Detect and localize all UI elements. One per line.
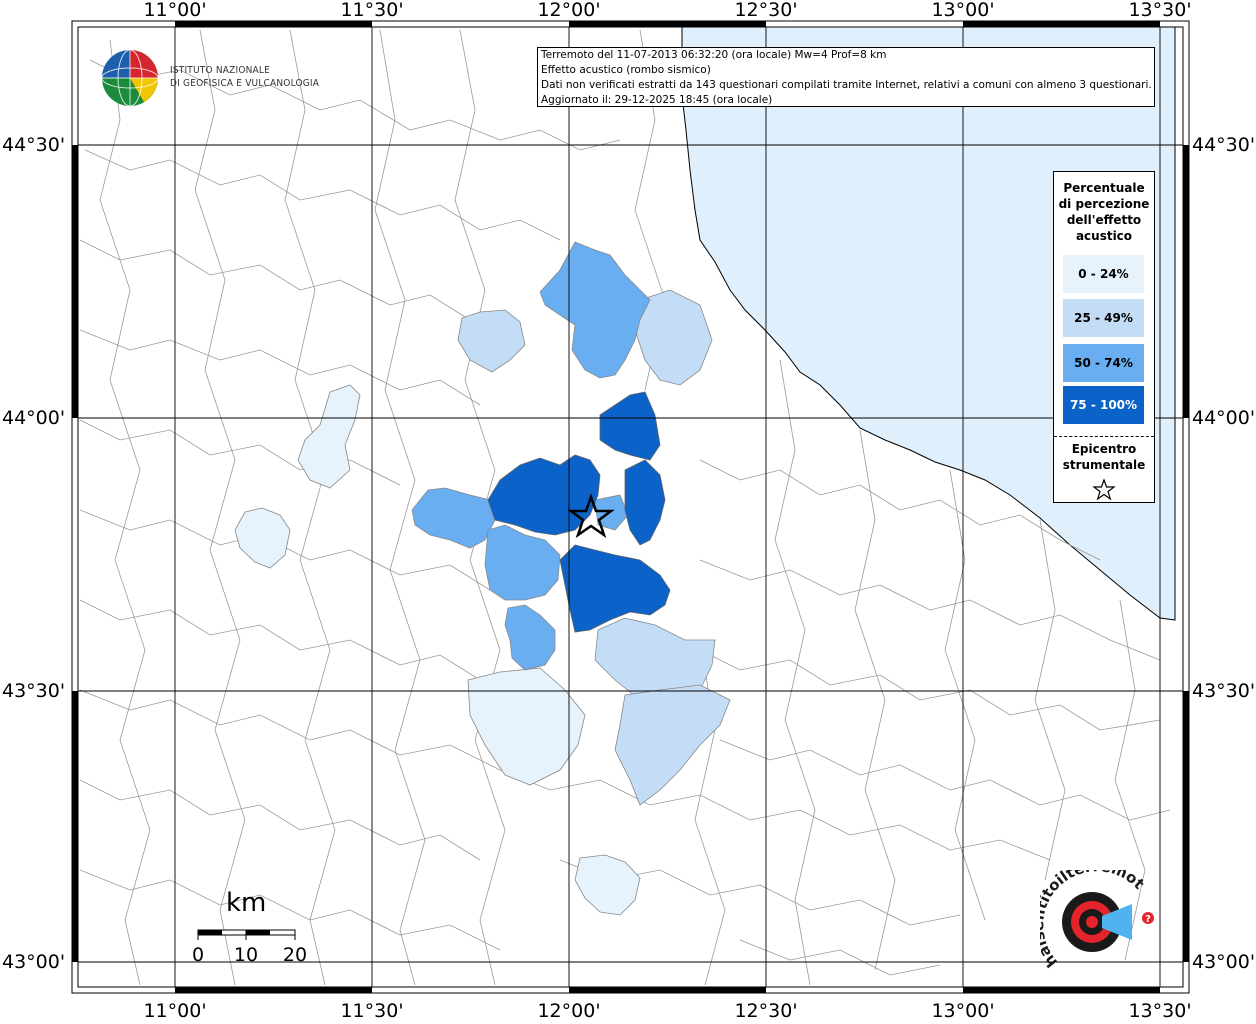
- scale-tick-label: 20: [282, 944, 308, 966]
- scale-unit: km: [226, 888, 267, 918]
- lat-label-right: 44°30': [1192, 134, 1256, 156]
- scale-tick-label: 0: [191, 944, 205, 966]
- lon-label-bottom: 11°00': [143, 1000, 207, 1022]
- lat-label-left: 43°30': [2, 680, 66, 702]
- legend-epicenter-line: Epicentro: [1071, 442, 1137, 456]
- legend-title-line: Percentuale: [1063, 181, 1145, 195]
- haisentito-logo: ? haisentitoilterremoto.it: [1040, 870, 1154, 971]
- legend-class-3: 75 - 100%: [1063, 386, 1144, 424]
- scale-tick-label: 10: [233, 944, 259, 966]
- legend-title-line: acustico: [1075, 229, 1133, 243]
- lat-label-left: 44°00': [2, 407, 66, 429]
- logo-line: ISTITUTO NAZIONALE: [170, 65, 270, 76]
- legend-title: Percentuale di percezione dell'effetto a…: [1054, 180, 1154, 244]
- lon-label-bottom: 12°30': [734, 1000, 798, 1022]
- event-effect: Effetto acustico (rombo sismico): [541, 64, 711, 76]
- lon-label-bottom: 13°00': [931, 1000, 995, 1022]
- legend: Percentuale di percezione dell'effetto a…: [1053, 171, 1155, 503]
- legend-class-2: 50 - 74%: [1063, 344, 1144, 382]
- svg-text:?: ?: [1145, 914, 1151, 925]
- legend-title-line: dell'effetto: [1066, 213, 1142, 227]
- lon-label-top: 11°00': [143, 0, 207, 21]
- ingv-logo-text: ISTITUTO NAZIONALE DI GEOFISICA E VULCAN…: [170, 64, 319, 90]
- event-data-note: Dati non verificati estratti da 143 ques…: [541, 79, 1152, 91]
- legend-epicenter-line: strumentale: [1062, 458, 1146, 472]
- legend-class-0: 0 - 24%: [1063, 255, 1144, 293]
- lon-label-bottom: 12°00': [537, 1000, 601, 1022]
- lon-label-bottom: 13°30': [1128, 1000, 1192, 1022]
- lat-label-left: 43°00': [2, 951, 66, 973]
- legend-title-line: di percezione: [1058, 197, 1150, 211]
- lat-label-right: 44°00': [1192, 407, 1256, 429]
- legend-separator: [1054, 436, 1154, 437]
- legend-star-icon: [1092, 478, 1116, 501]
- lon-label-top: 13°00': [931, 0, 995, 21]
- lat-label-right: 43°00': [1192, 951, 1256, 973]
- event-title: Terremoto del 11-07-2013 06:32:20 (ora l…: [541, 49, 887, 61]
- lat-label-left: 44°30': [2, 134, 66, 156]
- lon-label-top: 11°30': [340, 0, 404, 21]
- legend-class-1: 25 - 49%: [1063, 299, 1144, 337]
- lon-label-top: 12°30': [734, 0, 798, 21]
- lon-label-top: 12°00': [537, 0, 601, 21]
- lon-label-top: 13°30': [1128, 0, 1192, 21]
- lon-label-bottom: 11°30': [340, 1000, 404, 1022]
- legend-epicenter-label: Epicentro strumentale: [1054, 441, 1154, 473]
- logo-line: DI GEOFISICA E VULCANOLOGIA: [170, 78, 320, 89]
- lat-label-right: 43°30': [1192, 680, 1256, 702]
- event-updated: Aggiornato il: 29-12-2025 18:45 (ora loc…: [541, 94, 773, 106]
- event-info-box: Terremoto del 11-07-2013 06:32:20 (ora l…: [537, 47, 1155, 107]
